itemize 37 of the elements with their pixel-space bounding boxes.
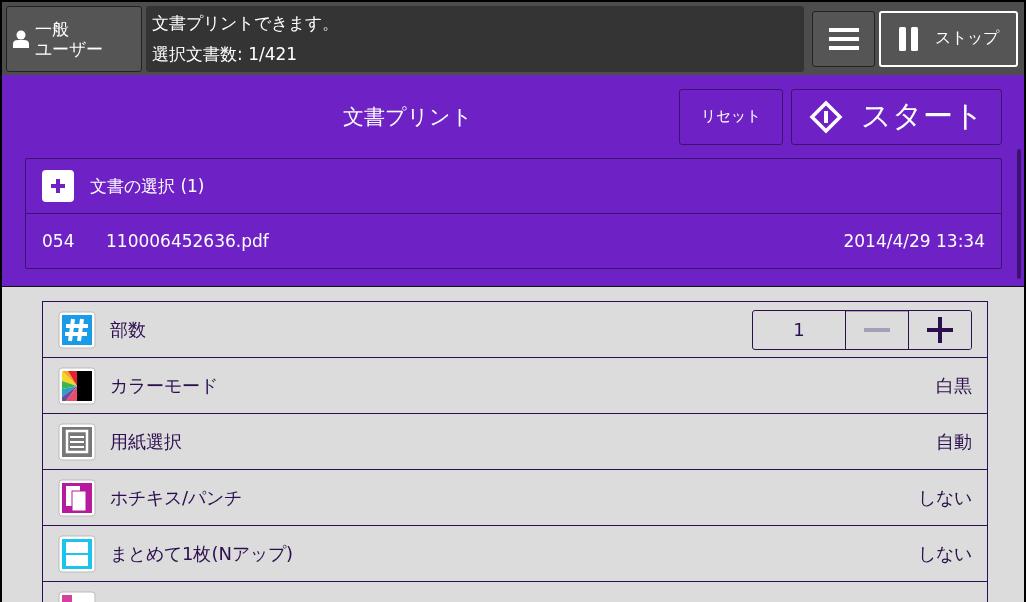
user-button[interactable]: 一般 ユーザー: [6, 5, 142, 72]
setting-value: 白黒: [936, 373, 972, 398]
setting-label: まとめて1枚(Nアップ): [110, 541, 294, 566]
minus-icon: [864, 328, 890, 332]
reset-button[interactable]: リセット: [679, 88, 783, 145]
document-selection-button[interactable]: 文書の選択 (1): [26, 159, 1001, 214]
setting-value: しない: [918, 485, 972, 510]
setting-row[interactable]: ホチキス/パンチ しない: [43, 470, 987, 526]
setting-row[interactable]: 部数 1: [43, 302, 987, 358]
person-icon: [13, 29, 29, 48]
plus-icon: [927, 316, 953, 343]
color-mode-icon: [58, 366, 96, 405]
selected-count: 選択文書数: 1/421: [152, 42, 299, 66]
hash-icon: [58, 310, 96, 349]
setting-label: ホチキス/パンチ: [110, 485, 244, 510]
setting-label: 用紙選択: [110, 429, 183, 454]
start-icon: [809, 99, 843, 134]
setting-value: しない: [918, 541, 972, 566]
setting-row[interactable]: まとめて1枚(Nアップ) しない: [43, 526, 987, 582]
setting-label: カラーモード: [110, 373, 219, 398]
increment-button[interactable]: [908, 310, 971, 349]
plus-icon: [42, 170, 74, 202]
two-up-icon: [58, 534, 96, 573]
pages-icon: [58, 478, 96, 517]
start-button[interactable]: スタート: [791, 88, 1002, 145]
setting-row[interactable]: 用紙選択 自動: [43, 414, 987, 470]
menu-icon: [828, 27, 859, 50]
setting-value: 自動: [936, 429, 972, 454]
status-message: 文書プリントできます。: [152, 11, 340, 35]
pause-icon: [898, 26, 919, 51]
setting-label: 部数: [110, 317, 147, 342]
document-row[interactable]: 054 110006452636.pdf 2014/4/29 13:34: [26, 214, 1001, 268]
paper-tray-icon: [58, 422, 96, 461]
setting-row[interactable]: カラーモード 白黒: [43, 358, 987, 414]
screen-title: 文書プリント: [342, 103, 474, 131]
stop-button[interactable]: ストップ: [879, 10, 1018, 67]
menu-button[interactable]: [812, 10, 875, 67]
